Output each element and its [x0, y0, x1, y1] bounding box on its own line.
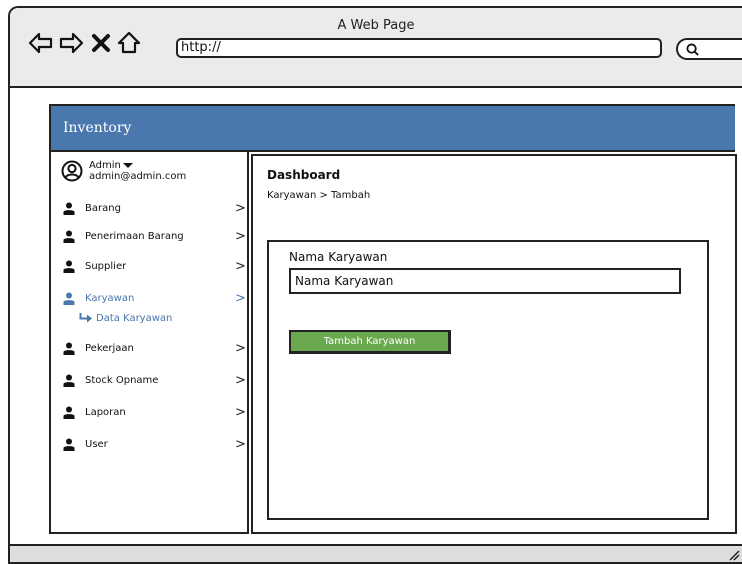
sidebar-item-user[interactable]: User > [63, 434, 246, 454]
add-employee-button[interactable]: Tambah Karyawan [289, 330, 451, 354]
user-icon [63, 292, 75, 305]
sidebar-item-label: Laporan [85, 406, 126, 418]
user-email: admin@admin.com [89, 171, 187, 182]
user-name: Admin [89, 160, 121, 171]
user-avatar-icon [61, 160, 83, 182]
sidebar-item-label: Pekerjaan [85, 342, 134, 354]
user-icon [63, 374, 75, 387]
chevron-right-icon: > [235, 258, 246, 274]
sidebar-item-stock-opname[interactable]: Stock Opname > [63, 370, 246, 390]
sidebar-item-penerimaan-barang[interactable]: Penerimaan Barang > [63, 226, 246, 246]
sidebar-item-label: User [85, 438, 108, 450]
sidebar-item-laporan[interactable]: Laporan > [63, 402, 246, 422]
page-title: Dashboard [267, 168, 341, 182]
app-header: Inventory [49, 104, 735, 152]
user-icon [63, 342, 75, 355]
user-icon [63, 230, 75, 243]
sidebar-item-supplier[interactable]: Supplier > [63, 256, 246, 276]
sidebar-item-pekerjaan[interactable]: Pekerjaan > [63, 338, 246, 358]
sidebar-item-barang[interactable]: Barang > [63, 198, 246, 218]
forward-arrow-icon[interactable] [58, 30, 84, 56]
chevron-down-icon[interactable] [122, 163, 133, 168]
search-box[interactable] [676, 38, 742, 60]
sidebar-item-karyawan[interactable]: Karyawan > [63, 288, 246, 308]
sidebar-item-label: Karyawan [85, 292, 135, 304]
arrow-return-icon [79, 313, 92, 323]
sidebar: Admin admin@admin.com Barang > Penerimaa… [49, 152, 249, 534]
chevron-right-icon: > [235, 340, 246, 356]
sidebar-subitem-label: Data Karyawan [96, 312, 173, 324]
page-viewport: Inventory Admin admin@admin.com Barang > [10, 88, 742, 548]
main-content: Dashboard Karyawan > Tambah Nama Karyawa… [251, 154, 737, 534]
browser-toolbar: A Web Page http:// [10, 8, 742, 88]
chevron-right-icon: > [235, 404, 246, 420]
employee-name-input[interactable] [289, 268, 681, 294]
browser-window: A Web Page http:// Inventory Admin admin… [8, 6, 742, 564]
search-icon [686, 43, 699, 56]
app-title: Inventory [63, 120, 132, 136]
employee-name-label: Nama Karyawan [289, 250, 388, 264]
chevron-right-icon: > [235, 290, 246, 306]
chevron-right-icon: > [235, 372, 246, 388]
sidebar-item-label: Barang [85, 202, 121, 214]
chevron-right-icon: > [235, 436, 246, 452]
back-arrow-icon[interactable] [28, 30, 54, 56]
sidebar-item-label: Supplier [85, 260, 127, 272]
user-icon [63, 202, 75, 215]
add-employee-form: Nama Karyawan Tambah Karyawan [267, 240, 709, 520]
user-profile[interactable]: Admin admin@admin.com [61, 156, 186, 186]
user-icon [63, 406, 75, 419]
close-icon[interactable] [88, 30, 114, 56]
resize-grip-icon[interactable] [728, 549, 740, 561]
url-input[interactable]: http:// [176, 38, 662, 58]
chevron-right-icon: > [235, 228, 246, 244]
user-icon [63, 438, 75, 451]
home-icon[interactable] [116, 30, 142, 56]
user-icon [63, 260, 75, 273]
sidebar-item-label: Penerimaan Barang [85, 230, 184, 242]
sidebar-subitem-data-karyawan[interactable]: Data Karyawan [79, 310, 239, 326]
chevron-right-icon: > [235, 200, 246, 216]
status-bar [10, 544, 742, 562]
breadcrumb: Karyawan > Tambah [267, 190, 371, 201]
sidebar-item-label: Stock Opname [85, 374, 159, 386]
